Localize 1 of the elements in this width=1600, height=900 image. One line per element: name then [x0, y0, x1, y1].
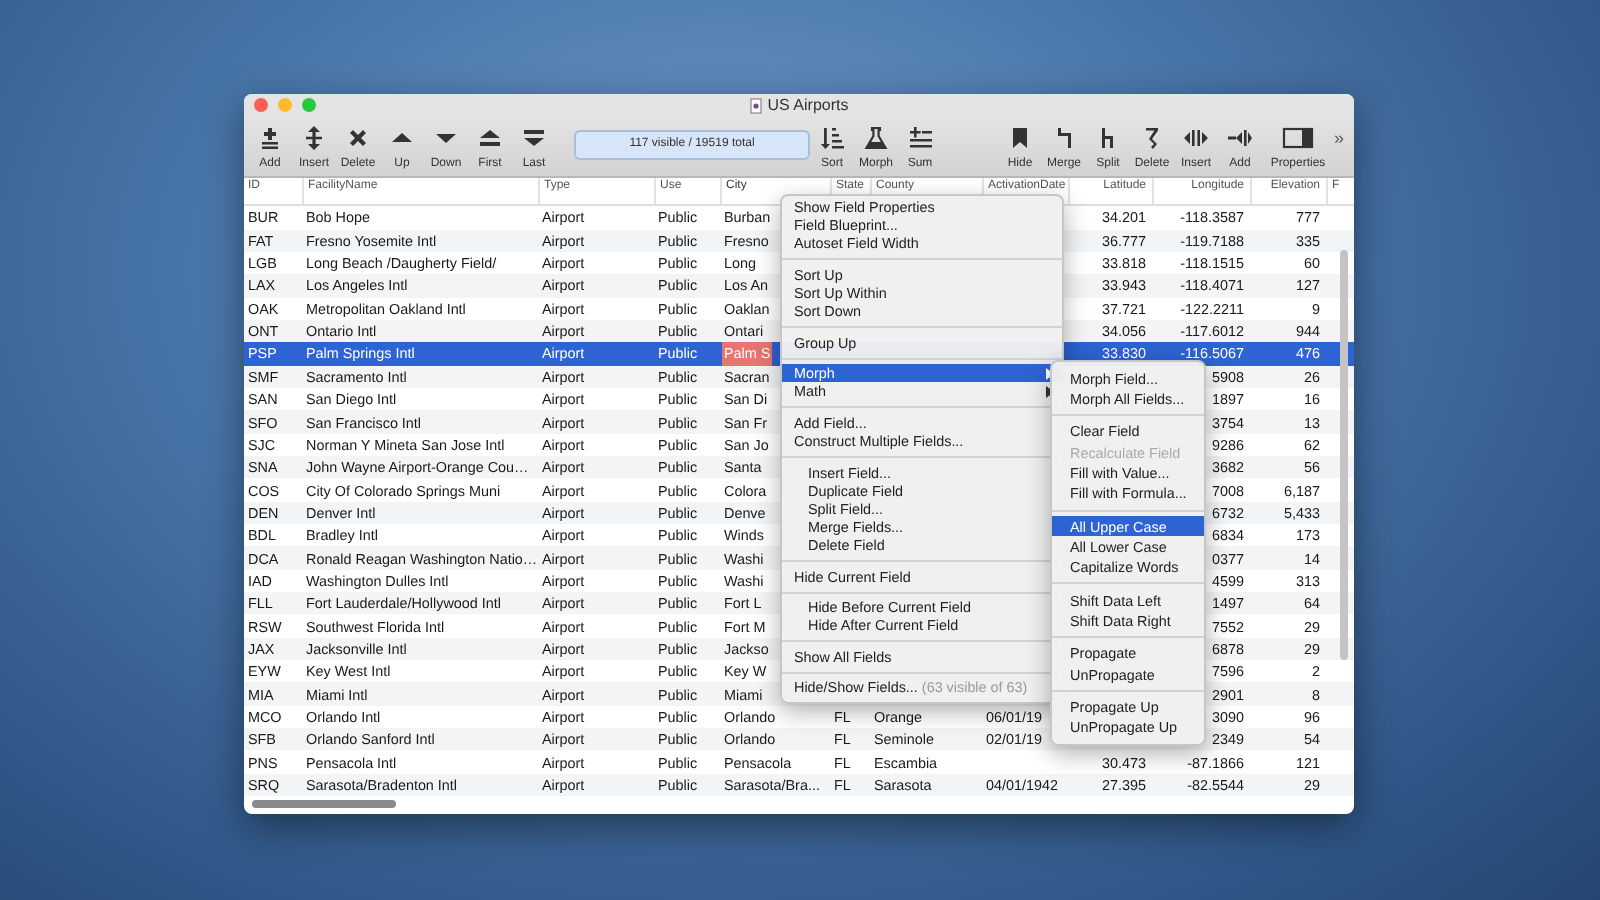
window-title: US Airports [767, 96, 849, 114]
